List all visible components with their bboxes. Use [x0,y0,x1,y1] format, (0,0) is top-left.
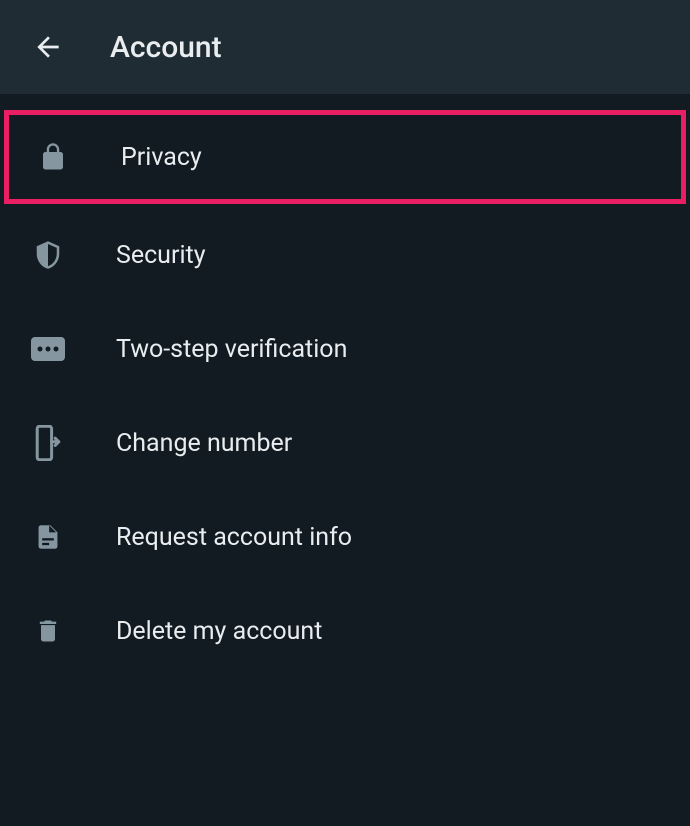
trash-icon [24,614,72,648]
page-title: Account [110,30,222,65]
header: Account [0,0,690,94]
dots-icon [24,337,72,361]
menu-item-label: Request account info [116,523,352,552]
shield-icon [24,237,72,273]
menu-item-privacy[interactable]: Privacy [4,110,686,204]
menu-item-security[interactable]: Security [0,208,690,302]
menu-item-delete-account[interactable]: Delete my account [0,584,690,678]
back-arrow-icon [32,31,64,63]
menu-item-request-info[interactable]: Request account info [0,490,690,584]
menu-item-label: Privacy [121,143,202,172]
back-button[interactable] [24,23,72,71]
lock-icon [29,139,77,175]
document-icon [24,520,72,554]
menu-item-change-number[interactable]: Change number [0,396,690,490]
menu-item-label: Delete my account [116,617,322,646]
menu-item-label: Change number [116,429,292,458]
menu-list: Privacy Security Two-step verification [0,94,690,678]
menu-item-two-step[interactable]: Two-step verification [0,302,690,396]
menu-item-label: Two-step verification [116,335,347,364]
change-icon [24,425,72,461]
menu-item-label: Security [116,241,206,270]
